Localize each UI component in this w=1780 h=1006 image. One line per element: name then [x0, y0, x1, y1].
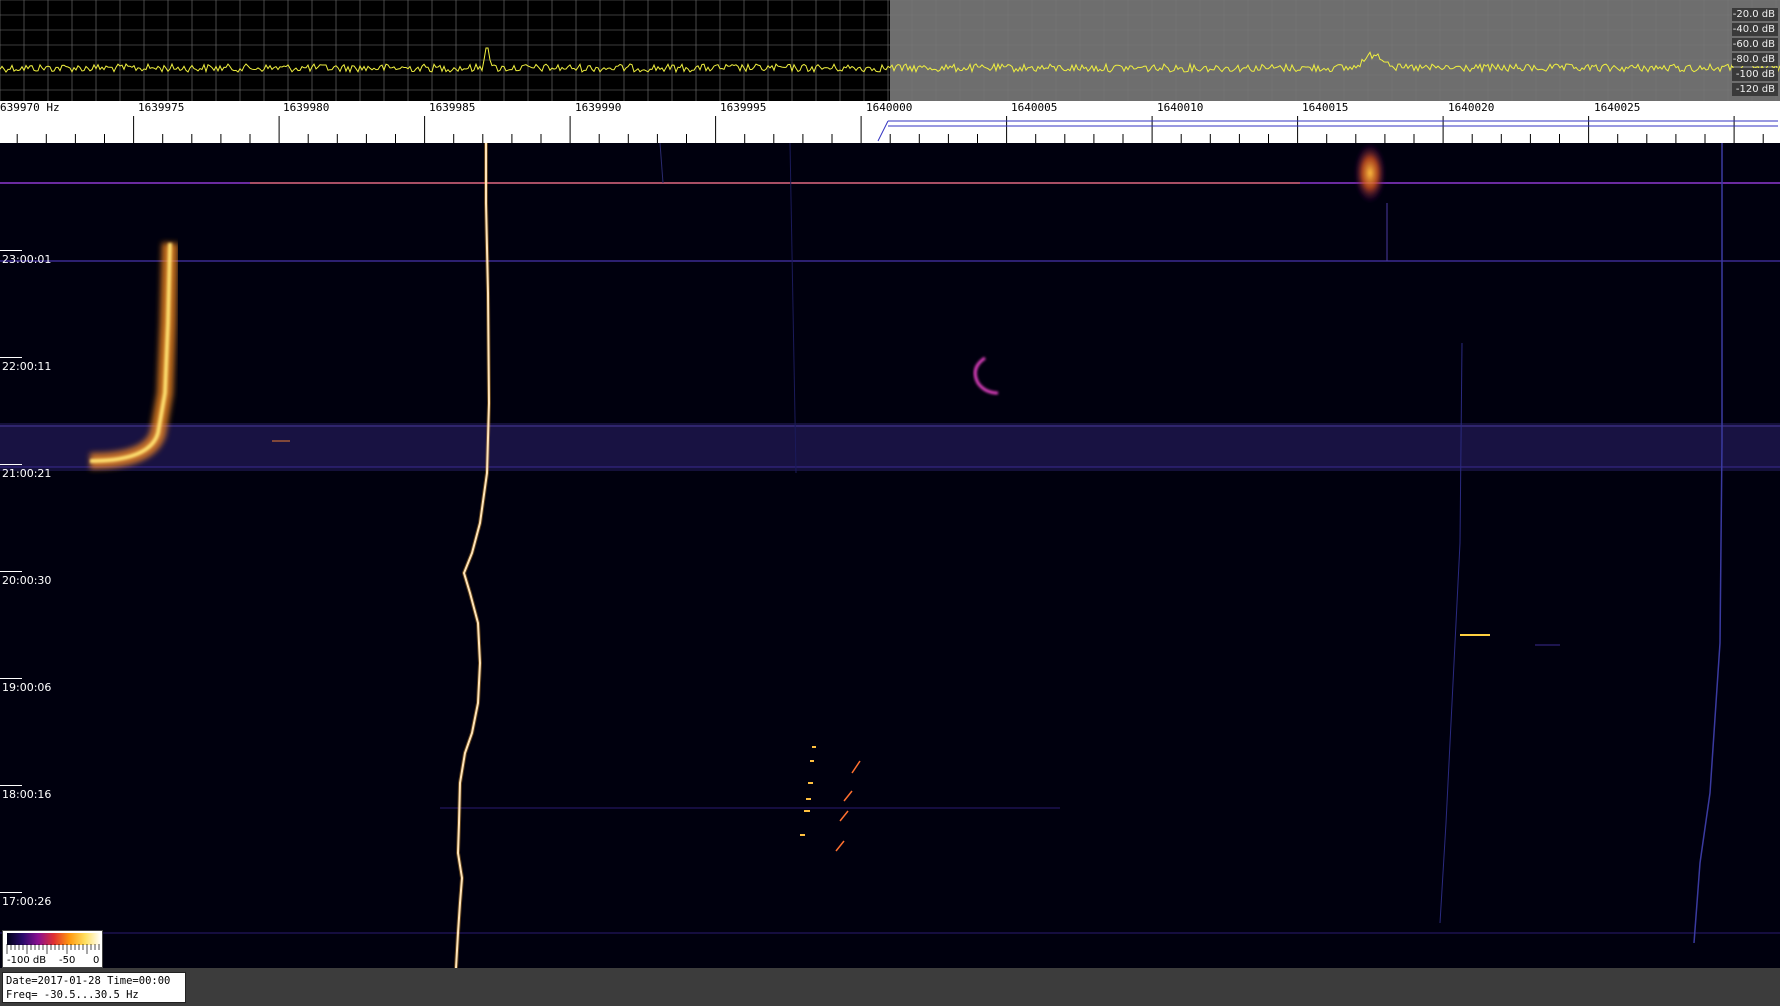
db-level-label: -120 dB	[1732, 83, 1778, 96]
time-tick	[0, 464, 22, 465]
status-freq-range: Freq= -30.5...30.5 Hz	[6, 989, 139, 1001]
time-tick	[0, 678, 22, 679]
time-tick	[0, 250, 22, 251]
waterfall-display[interactable]	[0, 143, 1780, 968]
freq-label: 1639975	[138, 101, 185, 114]
freq-label: 639970 Hz	[0, 101, 60, 114]
time-label: 22:00:11	[2, 360, 52, 373]
time-label: 20:00:30	[2, 574, 52, 587]
time-tick	[0, 357, 22, 358]
time-label: 19:00:06	[2, 681, 52, 694]
db-level-label: -20.0 dB	[1732, 8, 1778, 21]
time-tick	[0, 571, 22, 572]
color-scale-bar: -100 dB -50 0	[2, 930, 103, 968]
time-tick	[0, 892, 22, 893]
colorbar-max-label: 0	[93, 955, 100, 966]
db-level-label: -40.0 dB	[1732, 23, 1778, 36]
time-label: 17:00:26	[2, 895, 52, 908]
freq-label: 1639990	[575, 101, 622, 114]
time-label: 18:00:16	[2, 788, 52, 801]
freq-label: 1640020	[1448, 101, 1495, 114]
freq-label: 1640000	[866, 101, 913, 114]
freq-label: 1640005	[1011, 101, 1058, 114]
status-info-box: Date=2017-01-28 Time=00:00 Freq= -30.5...…	[2, 972, 186, 1003]
freq-label: 1640010	[1157, 101, 1204, 114]
db-level-label: -80.0 dB	[1732, 53, 1778, 66]
freq-label: 1639980	[283, 101, 330, 114]
colorbar-mid-label: -50	[59, 955, 76, 966]
spectrum-display[interactable]	[0, 0, 1780, 101]
db-level-label: -100 dB	[1732, 68, 1778, 81]
status-date-time: Date=2017-01-28 Time=00:00	[6, 975, 171, 987]
status-bar	[0, 968, 1780, 1006]
time-label: 21:00:21	[2, 467, 52, 480]
freq-label: 1639995	[720, 101, 767, 114]
freq-label: 1640015	[1302, 101, 1349, 114]
freq-label: 1640025	[1594, 101, 1641, 114]
time-label: 23:00:01	[2, 253, 52, 266]
colorbar-min-label: -100 dB	[7, 955, 47, 966]
db-level-label: -60.0 dB	[1732, 38, 1778, 51]
freq-label: 1639985	[429, 101, 476, 114]
time-tick	[0, 785, 22, 786]
